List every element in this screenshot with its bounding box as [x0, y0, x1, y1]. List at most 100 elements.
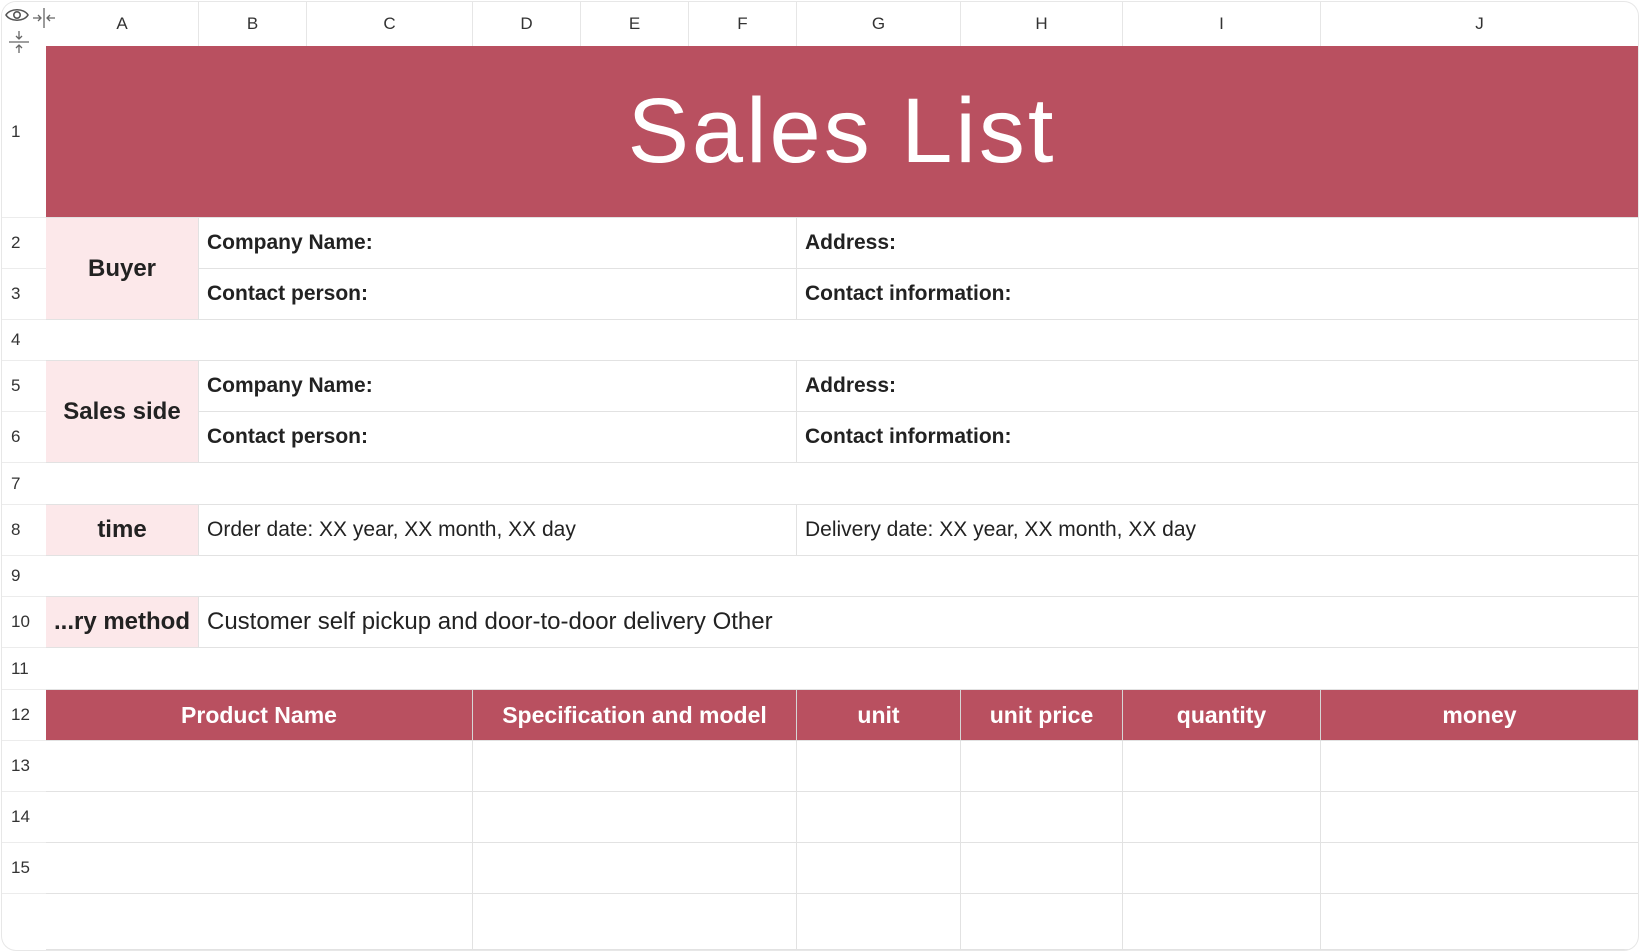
table-cell[interactable]: [473, 894, 797, 950]
table-cell[interactable]: [961, 843, 1123, 894]
column-header-a[interactable]: A: [46, 2, 199, 46]
header-money[interactable]: money: [1321, 690, 1638, 741]
order-date-cell[interactable]: Order date: XX year, XX month, XX day: [199, 505, 797, 556]
table-cell[interactable]: [473, 741, 797, 792]
sales-contact-information: Contact information:: [805, 425, 1012, 448]
corner-controls: [2, 2, 55, 53]
table-cell[interactable]: [46, 792, 473, 843]
row-4-blank[interactable]: [46, 320, 1638, 361]
buyer-contact-person: Contact person:: [207, 282, 369, 305]
row-header-12[interactable]: 12: [2, 690, 46, 741]
table-cell[interactable]: [1321, 843, 1638, 894]
delivery-method-value: Customer self pickup and door-to-door de…: [207, 608, 773, 635]
header-unit[interactable]: unit: [797, 690, 961, 741]
time-label: time: [97, 516, 147, 543]
table-cell[interactable]: [46, 741, 473, 792]
sales-contact-information-cell[interactable]: Contact information:: [797, 412, 1638, 463]
row-header-1[interactable]: 1: [2, 46, 46, 218]
column-header-g[interactable]: G: [797, 2, 961, 46]
table-cell[interactable]: [797, 792, 961, 843]
row-header-8[interactable]: 8: [2, 505, 46, 556]
delivery-method-cell[interactable]: Customer self pickup and door-to-door de…: [199, 597, 1638, 648]
table-cell[interactable]: [1123, 843, 1321, 894]
row-7-blank[interactable]: [46, 463, 1638, 505]
buyer-company-name-cell[interactable]: Company Name:: [199, 218, 797, 269]
header-quantity-label: quantity: [1176, 701, 1267, 728]
table-cell[interactable]: [1321, 894, 1638, 950]
row-header-4[interactable]: 4: [2, 320, 46, 361]
buyer-contact-person-cell[interactable]: Contact person:: [199, 269, 797, 320]
table-cell[interactable]: [961, 792, 1123, 843]
table-cell[interactable]: [797, 843, 961, 894]
header-money-label: money: [1442, 701, 1517, 728]
table-cell[interactable]: [1321, 741, 1638, 792]
table-cell[interactable]: [46, 894, 473, 950]
table-cell[interactable]: [1321, 792, 1638, 843]
row-header-9[interactable]: 9: [2, 556, 46, 597]
column-header-e[interactable]: E: [581, 2, 689, 46]
sales-contact-person: Contact person:: [207, 425, 369, 448]
delivery-method-label: ...ry method: [53, 608, 191, 635]
column-header-i[interactable]: I: [1123, 2, 1321, 46]
row-header-7[interactable]: 7: [2, 463, 46, 505]
row-11-blank[interactable]: [46, 648, 1638, 690]
column-header-row: A B C D E F G H I J: [46, 2, 1638, 47]
sales-side-label-cell[interactable]: Sales side: [46, 361, 199, 463]
table-cell[interactable]: [1123, 741, 1321, 792]
header-unit-label: unit: [857, 701, 900, 728]
buyer-address-cell[interactable]: Address:: [797, 218, 1638, 269]
table-cell[interactable]: [797, 741, 961, 792]
sales-company-name: Company Name:: [207, 374, 373, 397]
sales-side-label: Sales side: [63, 397, 181, 425]
column-header-d[interactable]: D: [473, 2, 581, 46]
table-cell[interactable]: [473, 792, 797, 843]
sales-company-name-cell[interactable]: Company Name:: [199, 361, 797, 412]
delivery-method-label-cell[interactable]: ...ry method: [46, 597, 199, 648]
order-date: Order date: XX year, XX month, XX day: [207, 518, 576, 541]
table-cell[interactable]: [961, 741, 1123, 792]
row-header-13[interactable]: 13: [2, 741, 46, 792]
row-header-15[interactable]: 15: [2, 843, 46, 894]
column-header-j[interactable]: J: [1321, 2, 1638, 46]
table-cell[interactable]: [961, 894, 1123, 950]
buyer-contact-information: Contact information:: [805, 282, 1012, 305]
column-header-c[interactable]: C: [307, 2, 473, 46]
row-header-10[interactable]: 10: [2, 597, 46, 648]
header-quantity[interactable]: quantity: [1123, 690, 1321, 741]
row-9-blank[interactable]: [46, 556, 1638, 597]
row-header-14[interactable]: 14: [2, 792, 46, 843]
column-header-b[interactable]: B: [199, 2, 307, 46]
header-specification[interactable]: Specification and model: [473, 690, 797, 741]
eye-icon[interactable]: [5, 7, 29, 28]
header-specification-label: Specification and model: [502, 701, 767, 728]
time-label-cell[interactable]: time: [46, 505, 199, 556]
row-header-11[interactable]: 11: [2, 648, 46, 690]
header-product-name[interactable]: Product Name: [46, 690, 473, 741]
buyer-address: Address:: [805, 231, 897, 254]
row-header-3[interactable]: 3: [2, 269, 46, 320]
delivery-date-cell[interactable]: Delivery date: XX year, XX month, XX day: [797, 505, 1638, 556]
buyer-contact-information-cell[interactable]: Contact information:: [797, 269, 1638, 320]
sales-contact-person-cell[interactable]: Contact person:: [199, 412, 797, 463]
table-cell[interactable]: [797, 894, 961, 950]
table-cell[interactable]: [473, 843, 797, 894]
header-unit-price[interactable]: unit price: [961, 690, 1123, 741]
table-cell[interactable]: [1123, 792, 1321, 843]
column-header-f[interactable]: F: [689, 2, 797, 46]
sheet-title-cell[interactable]: Sales List: [46, 46, 1638, 218]
header-product-name-label: Product Name: [181, 701, 337, 728]
buyer-label-cell[interactable]: Buyer: [46, 218, 199, 320]
row-header-5[interactable]: 5: [2, 361, 46, 412]
sheet-title: Sales List: [627, 80, 1057, 182]
row-header-6[interactable]: 6: [2, 412, 46, 463]
table-cell[interactable]: [1123, 894, 1321, 950]
delivery-date: Delivery date: XX year, XX month, XX day: [805, 518, 1197, 541]
column-header-h[interactable]: H: [961, 2, 1123, 46]
table-cell[interactable]: [46, 843, 473, 894]
sales-address: Address:: [805, 374, 897, 397]
header-unit-price-label: unit price: [989, 701, 1094, 728]
buyer-label: Buyer: [87, 254, 157, 282]
sales-address-cell[interactable]: Address:: [797, 361, 1638, 412]
buyer-company-name: Company Name:: [207, 231, 373, 254]
row-header-2[interactable]: 2: [2, 218, 46, 269]
